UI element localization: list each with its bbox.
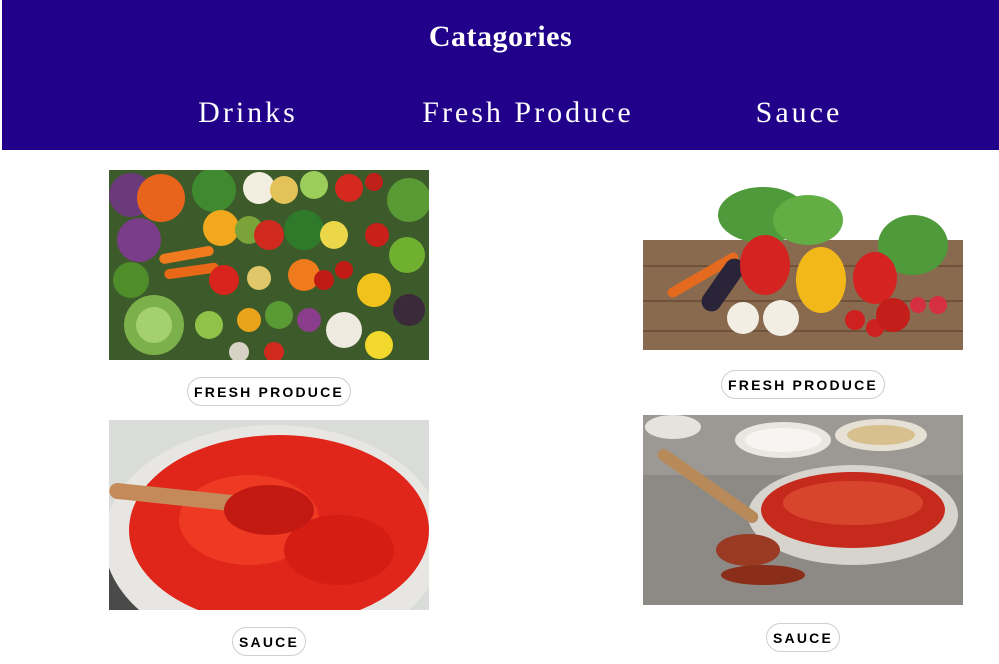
category-label-sauce[interactable]: SAUCE: [231, 627, 307, 656]
category-label-sauce[interactable]: SAUCE: [765, 623, 841, 652]
sauce-bowl-spoon-image[interactable]: [643, 415, 963, 605]
category-label-fresh-produce[interactable]: FRESH PRODUCE: [721, 370, 885, 399]
vegetable-assortment-image[interactable]: [109, 170, 429, 360]
nav-link-drinks[interactable]: Drinks: [198, 96, 298, 130]
category-label-fresh-produce[interactable]: FRESH PRODUCE: [187, 377, 351, 406]
tomato-sauce-pot-image[interactable]: [109, 420, 429, 610]
vegetables-on-wood-image[interactable]: [643, 170, 963, 360]
nav-link-sauce[interactable]: Sauce: [756, 96, 843, 130]
category-header: Catagories Drinks Fresh Produce Sauce: [2, 0, 999, 150]
nav-link-fresh-produce[interactable]: Fresh Produce: [422, 96, 633, 130]
page-title: Catagories: [428, 20, 573, 53]
